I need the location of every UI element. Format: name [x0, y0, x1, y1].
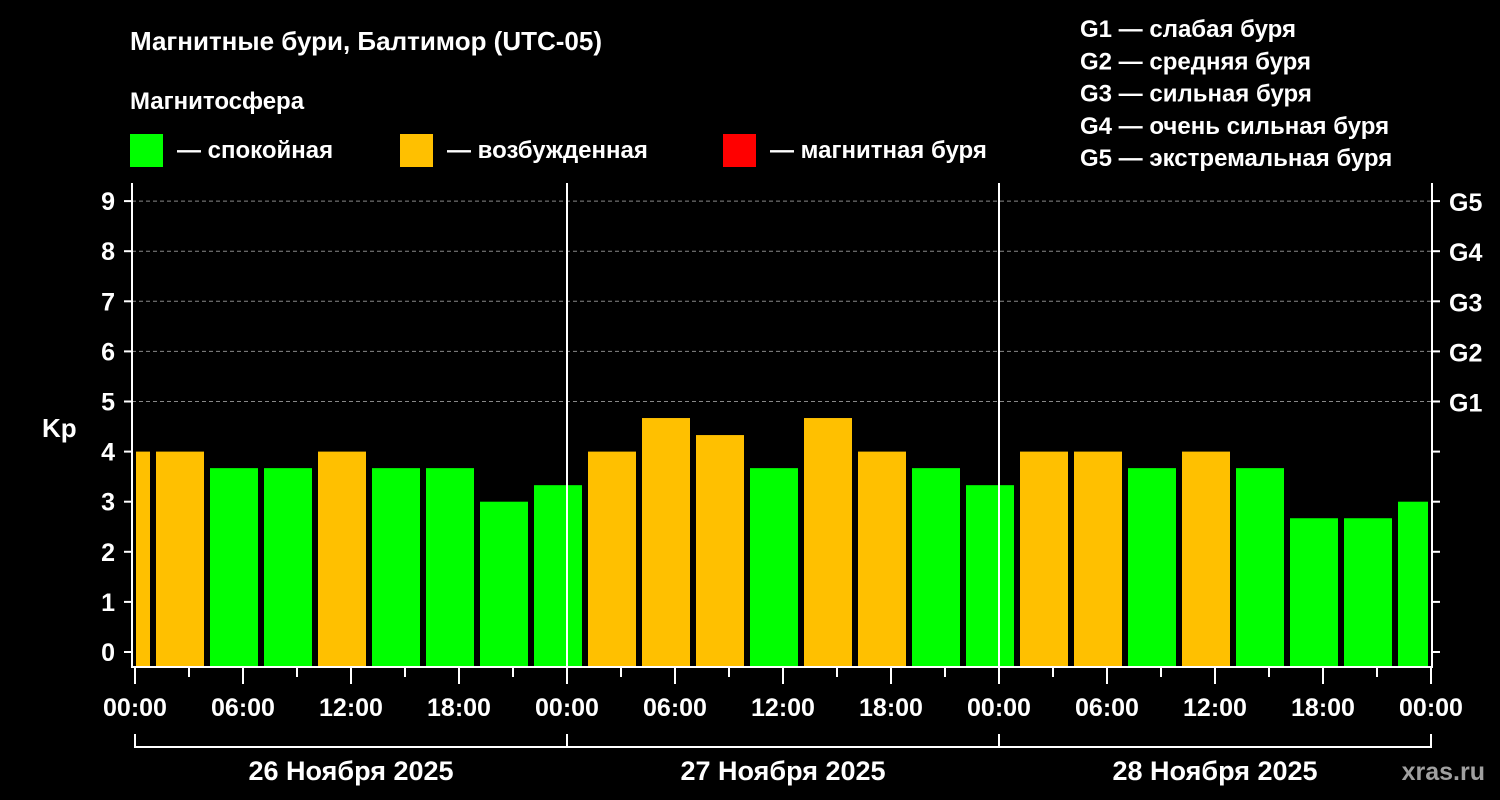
legend-swatch-0	[130, 134, 163, 167]
g-scale-item: G1 — слабая буря	[1080, 16, 1296, 43]
x-tick-label: 18:00	[427, 694, 491, 722]
kp-chart: Магнитные бури, Балтимор (UTC-05) Магнито…	[42, 16, 1485, 786]
kp-bar-14	[858, 451, 906, 667]
x-tick-label: 00:00	[967, 694, 1031, 722]
day-label: 28 Ноября 2025	[1112, 756, 1317, 786]
y-tick-label: 2	[101, 539, 115, 567]
day-label: 26 Ноября 2025	[248, 756, 453, 786]
legend-label: — возбужденная	[447, 137, 648, 164]
watermark: xras.ru	[1402, 758, 1485, 786]
kp-bar-20	[1182, 451, 1230, 667]
kp-bar-2	[210, 468, 258, 667]
y-tick-label: 7	[101, 288, 115, 316]
y-tick-label: 9	[101, 188, 115, 216]
y-tick-label: 6	[101, 338, 115, 366]
g-tick-label: G5	[1449, 189, 1482, 217]
g-scale-item: G5 — экстремальная буря	[1080, 145, 1392, 172]
g-scale-item: G2 — средняя буря	[1080, 48, 1311, 75]
legend-swatch-2	[723, 134, 756, 167]
kp-bar-1	[156, 451, 204, 667]
x-tick-label: 00:00	[535, 694, 599, 722]
x-tick-label: 18:00	[859, 694, 923, 722]
legend-swatch-1	[400, 134, 433, 167]
legend-label: — спокойная	[177, 137, 333, 164]
x-tick-label: 12:00	[1183, 694, 1247, 722]
g-tick-label: G4	[1449, 239, 1482, 267]
y-axis-label: Kp	[42, 413, 77, 443]
y-tick-label: 0	[101, 639, 115, 667]
kp-bar-18	[1074, 451, 1122, 667]
x-tick-label: 06:00	[1075, 694, 1139, 722]
kp-bar-7	[480, 501, 528, 667]
kp-bar-17	[1020, 451, 1068, 667]
g-scale-item: G3 — сильная буря	[1080, 81, 1312, 108]
x-tick-label: 00:00	[1399, 694, 1463, 722]
g-tick-label: G2	[1449, 339, 1482, 367]
kp-bar-11	[696, 435, 744, 667]
day-label: 27 Ноября 2025	[680, 756, 885, 786]
kp-bar-3	[264, 468, 312, 667]
g-tick-label: G3	[1449, 289, 1482, 317]
kp-bar-12	[750, 468, 798, 667]
x-tick-label: 12:00	[751, 694, 815, 722]
kp-bar-22	[1290, 518, 1338, 667]
chart-title: Магнитные бури, Балтимор (UTC-05)	[130, 26, 602, 56]
kp-bar-10	[642, 418, 690, 667]
g-tick-label: G1	[1449, 390, 1482, 418]
kp-bar-5	[372, 468, 420, 667]
kp-bar-16	[966, 485, 1014, 667]
kp-bar-4	[318, 451, 366, 667]
y-tick-label: 8	[101, 238, 115, 266]
kp-bar-0	[136, 451, 150, 667]
y-tick-label: 1	[101, 589, 115, 617]
kp-bar-24	[1398, 501, 1428, 667]
y-tick-label: 5	[101, 389, 115, 417]
x-tick-label: 06:00	[643, 694, 707, 722]
x-tick-label: 12:00	[319, 694, 383, 722]
x-tick-label: 06:00	[211, 694, 275, 722]
x-tick-label: 18:00	[1291, 694, 1355, 722]
kp-bar-6	[426, 468, 474, 667]
kp-bar-8	[534, 485, 582, 667]
legend-label: — магнитная буря	[770, 137, 987, 164]
kp-bar-21	[1236, 468, 1284, 667]
kp-bar-15	[912, 468, 960, 667]
kp-bar-19	[1128, 468, 1176, 667]
y-tick-label: 3	[101, 489, 115, 517]
g-scale-item: G4 — очень сильная буря	[1080, 113, 1389, 140]
kp-bar-23	[1344, 518, 1392, 667]
y-tick-label: 4	[101, 439, 115, 467]
x-tick-label: 00:00	[103, 694, 167, 722]
kp-bar-9	[588, 451, 636, 667]
kp-bar-13	[804, 418, 852, 667]
legend-title: Магнитосфера	[130, 88, 305, 115]
